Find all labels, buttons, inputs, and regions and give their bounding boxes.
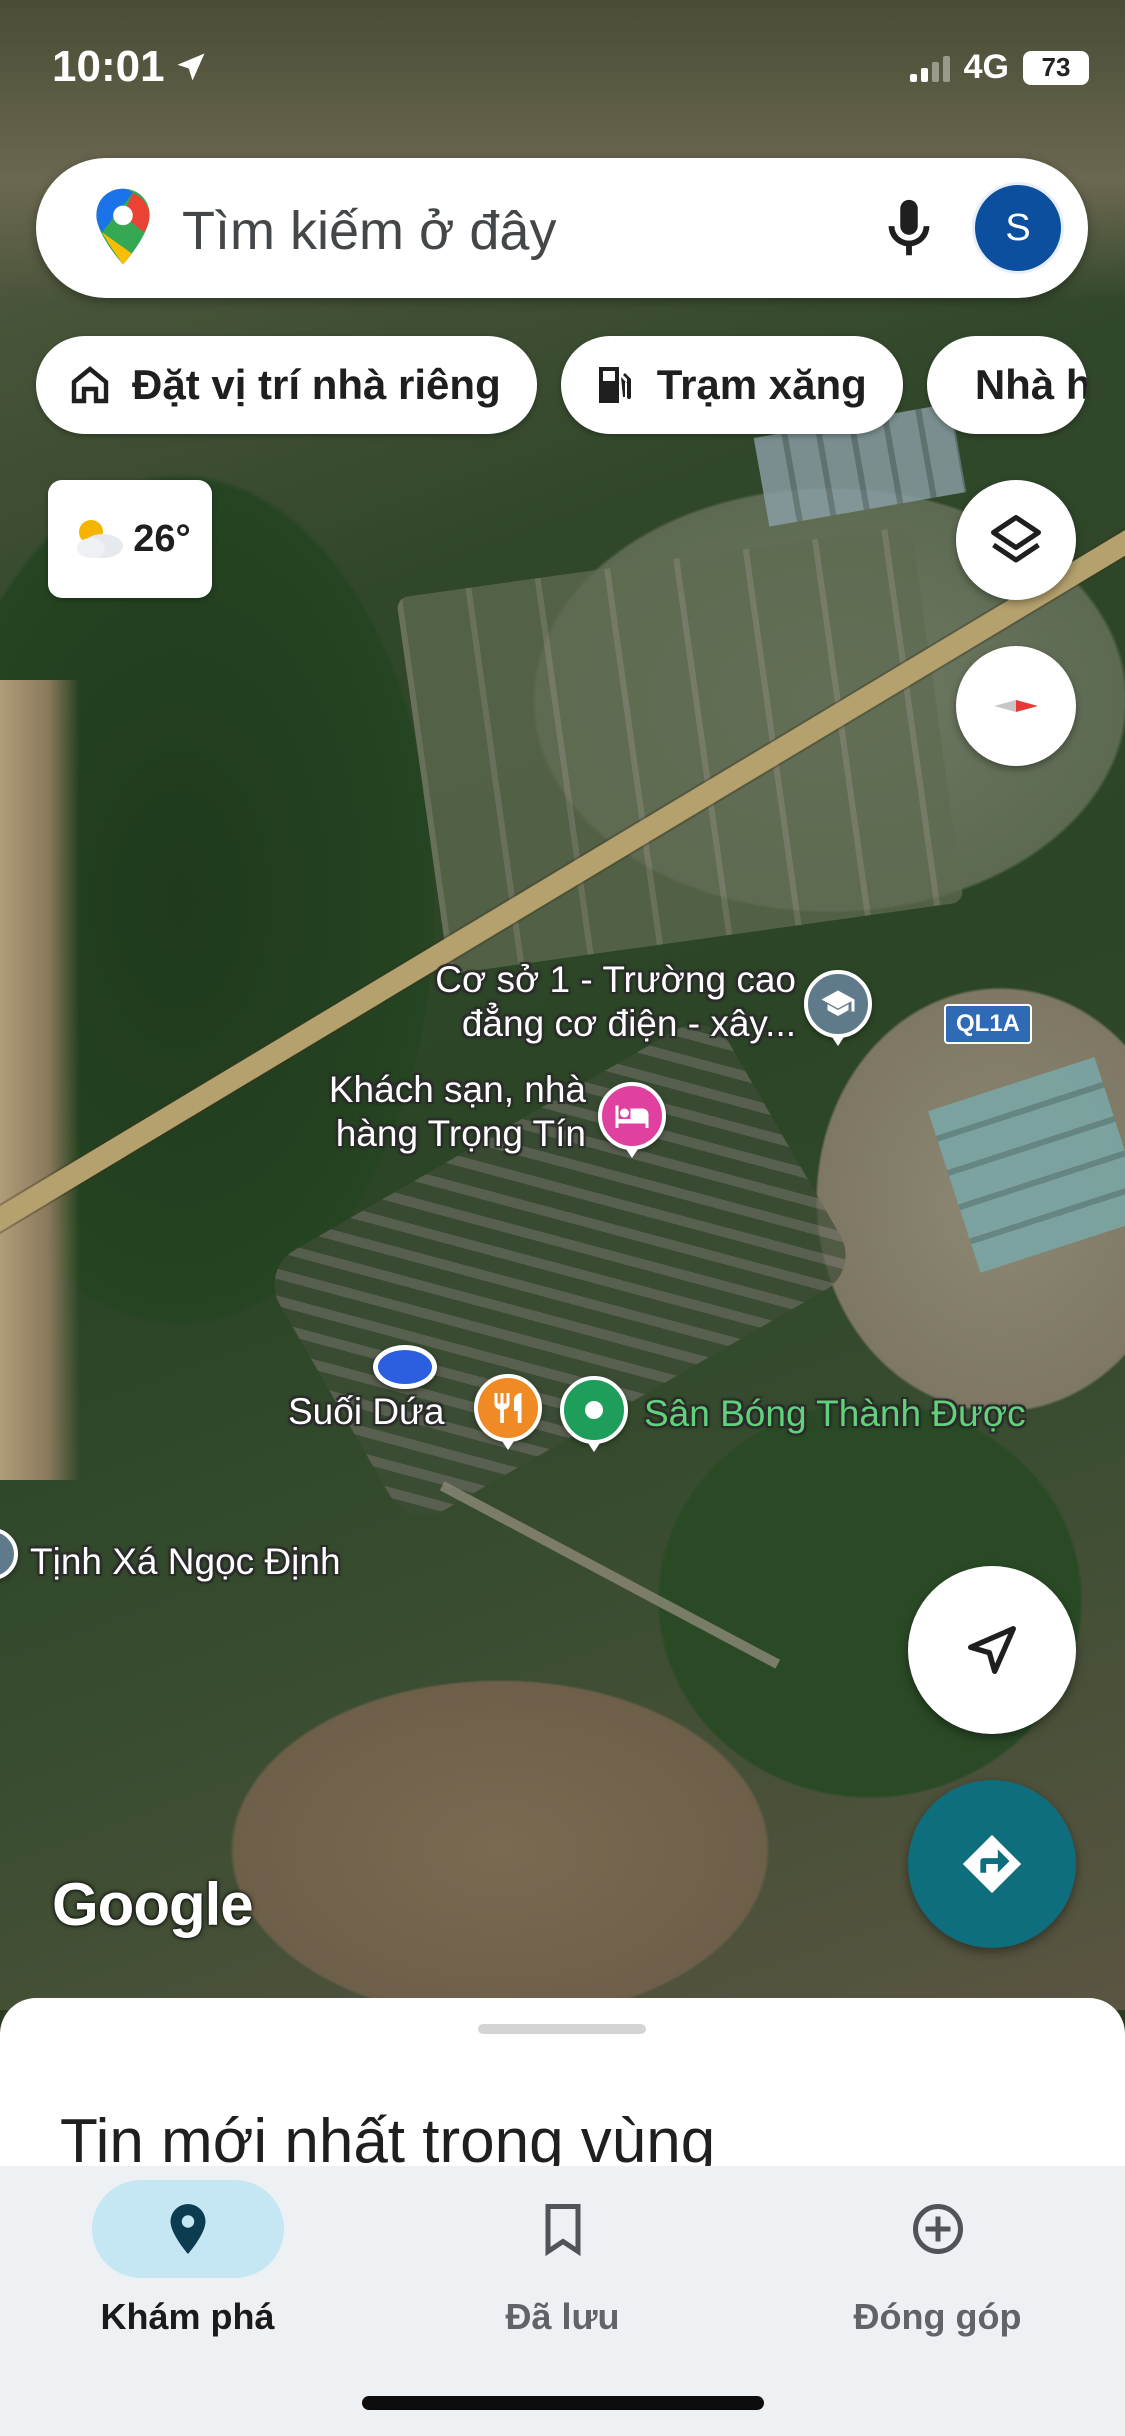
user-location-dot: [373, 1345, 437, 1389]
battery-icon: 73: [1023, 50, 1089, 85]
bed-icon: [615, 1105, 649, 1128]
stadium-pin[interactable]: [560, 1376, 628, 1444]
chip-gas-station[interactable]: Trạm xăng: [560, 336, 903, 434]
nav-explore[interactable]: Khám phá: [0, 2166, 375, 2386]
side-road: [439, 1481, 781, 1669]
industrial-area: [396, 525, 964, 975]
temperature: 26°: [133, 517, 191, 560]
category-chips: Đặt vị trí nhà riêng Trạm xăng Nhà hàng: [36, 336, 1087, 434]
sheet-drag-handle[interactable]: [478, 2024, 646, 2034]
nav-explore-label: Khám phá: [100, 2296, 275, 2337]
school-pin[interactable]: [804, 970, 872, 1038]
nav-saved-label: Đã lưu: [505, 2296, 620, 2337]
compass-icon: [994, 700, 1038, 712]
gas-station-icon: [598, 367, 631, 403]
search-bar[interactable]: Tìm kiếm ở đây S: [36, 158, 1088, 298]
search-input[interactable]: Tìm kiếm ở đây: [182, 200, 556, 262]
nav-saved[interactable]: Đã lưu: [375, 2166, 750, 2386]
battery-level: 73: [1041, 52, 1071, 82]
google-maps-icon: [96, 188, 150, 265]
status-indicators: 4G 73: [909, 48, 1089, 87]
avatar-letter: S: [1005, 206, 1031, 249]
terrain-left: [0, 680, 80, 1480]
chip-set-home[interactable]: Đặt vị trí nhà riêng: [36, 336, 537, 434]
map-label-stadium[interactable]: Sân Bóng Thành Được: [644, 1392, 1026, 1436]
network-type: 4G: [963, 48, 1009, 86]
status-bar: 10:01 4G 73: [0, 0, 1125, 130]
layers-button[interactable]: [956, 480, 1076, 600]
nav-saved-pill: [467, 2180, 659, 2278]
school-icon: [821, 990, 855, 1016]
layers-icon: [991, 515, 1041, 563]
nav-contribute[interactable]: Đóng góp: [750, 2166, 1125, 2386]
weather-widget[interactable]: 26°: [48, 480, 212, 598]
time-text: 10:01: [52, 42, 165, 91]
partly-cloudy-icon: [77, 520, 124, 558]
restaurant-icon: [494, 1393, 522, 1423]
signal-icon: [909, 54, 950, 82]
chip-label: Nhà hàng: [974, 361, 1087, 408]
nav-contribute-pill: [842, 2180, 1034, 2278]
location-arrow-icon: [177, 53, 205, 81]
chip-restaurants[interactable]: Nhà hàng: [926, 336, 1087, 434]
nav-explore-pill: [92, 2180, 284, 2278]
bookmark-icon: [545, 2204, 581, 2257]
google-logo: Google: [52, 1871, 254, 1938]
home-indicator[interactable]: [362, 2396, 764, 2410]
buildings-cluster-2: [928, 1057, 1125, 1273]
map-label-hotel[interactable]: Khách sạn, nhà hàng Trọng Tín: [276, 1068, 586, 1155]
circle-icon: [585, 1401, 603, 1419]
temple-pin[interactable]: [0, 1528, 18, 1580]
map-label-school[interactable]: Cơ sở 1 - Trường cao đẳng cơ điện - xây.…: [396, 958, 796, 1045]
location-pin-icon: [170, 2204, 206, 2254]
microphone-icon[interactable]: [874, 194, 944, 264]
road-shield: QL1A: [944, 1004, 1033, 1044]
nav-contribute-label: Đóng góp: [853, 2296, 1022, 2337]
add-circle-icon: [913, 2204, 963, 2254]
navigation-arrow-icon: [968, 1626, 1016, 1674]
my-location-button[interactable]: [908, 1566, 1076, 1734]
chip-label: Đặt vị trí nhà riêng: [132, 361, 501, 408]
home-icon: [71, 366, 109, 404]
hotel-pin[interactable]: [598, 1082, 666, 1150]
avatar[interactable]: S: [972, 182, 1064, 274]
restaurant-pin[interactable]: [474, 1374, 542, 1442]
status-time: 10:01: [52, 42, 209, 92]
map-label-suoi-dua[interactable]: Suối Dứa: [288, 1390, 444, 1434]
compass-button[interactable]: [956, 646, 1076, 766]
chip-label: Trạm xăng: [656, 361, 867, 408]
directions-button[interactable]: [908, 1780, 1076, 1948]
directions-icon: [962, 1834, 1022, 1894]
map-label-temple[interactable]: Tịnh Xá Ngọc Định: [30, 1540, 341, 1584]
